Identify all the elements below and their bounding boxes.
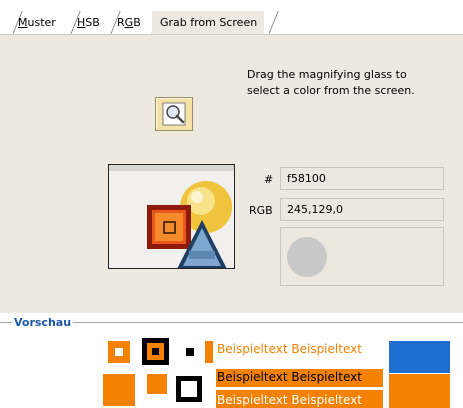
hex-value: f58100 (287, 172, 326, 185)
tab-hsb-label: SB (85, 16, 100, 29)
preview-text-row-1: Beispieltext Beispieltext (217, 342, 362, 356)
preview-square-black-frame (176, 376, 202, 402)
preview-square-orange-large (103, 374, 135, 406)
tab-grab-from-screen-label: Grab from Screen (160, 16, 258, 29)
preview-square-black (142, 338, 169, 365)
preview-text-row-3: Beispieltext Beispieltext (217, 393, 362, 407)
tab-rgb[interactable]: RGB (117, 13, 141, 35)
tab-grab-from-screen[interactable]: Grab from Screen (152, 11, 264, 35)
rgb-label: RGB (249, 204, 273, 217)
preview-square-orange (108, 341, 130, 363)
color-swatch-box (280, 227, 444, 286)
tab-muster-mnemonic: M (18, 16, 28, 29)
tab-rgb-mnemonic: G (124, 16, 134, 29)
magnifying-glass-icon (162, 102, 186, 126)
instruction-line-1: Drag the magnifying glass to (247, 68, 407, 81)
tab-separator (268, 11, 279, 35)
preview-text-row-2: Beispieltext Beispieltext (217, 370, 362, 384)
rgb-value: 245,129,0 (287, 203, 343, 216)
instruction-text: Drag the magnifying glass to select a co… (247, 67, 452, 99)
preview-orange-block (389, 374, 450, 408)
preview-square-sliver (205, 341, 213, 363)
magnified-icon-image (109, 165, 234, 268)
tab-rgb-label-pre: R (117, 16, 125, 29)
vorschau-title: Vorschau (12, 316, 74, 329)
rgb-field[interactable]: 245,129,0 (280, 198, 444, 221)
preview-blue-block (389, 341, 450, 373)
hex-field[interactable]: f58100 (280, 167, 444, 190)
magnified-preview (108, 164, 235, 269)
preview-square-white (179, 341, 201, 363)
preview-square-orange-small (147, 374, 167, 394)
tab-rgb-label: B (133, 16, 141, 29)
tab-hsb[interactable]: HSB (77, 13, 100, 35)
instruction-line-2: select a color from the screen. (247, 84, 415, 97)
tab-bar: Muster HSB RGB Grab from Screen (0, 0, 463, 35)
tab-muster-label: uster (27, 16, 56, 29)
magnifier-button[interactable] (155, 97, 193, 131)
hex-label: # (264, 173, 274, 186)
color-swatch (287, 237, 327, 277)
grab-from-screen-panel: Drag the magnifying glass to select a co… (0, 35, 463, 313)
tab-muster[interactable]: Muster (18, 13, 56, 35)
vorschau-section: Beispieltext Beispieltext Beispieltext B… (0, 324, 463, 408)
